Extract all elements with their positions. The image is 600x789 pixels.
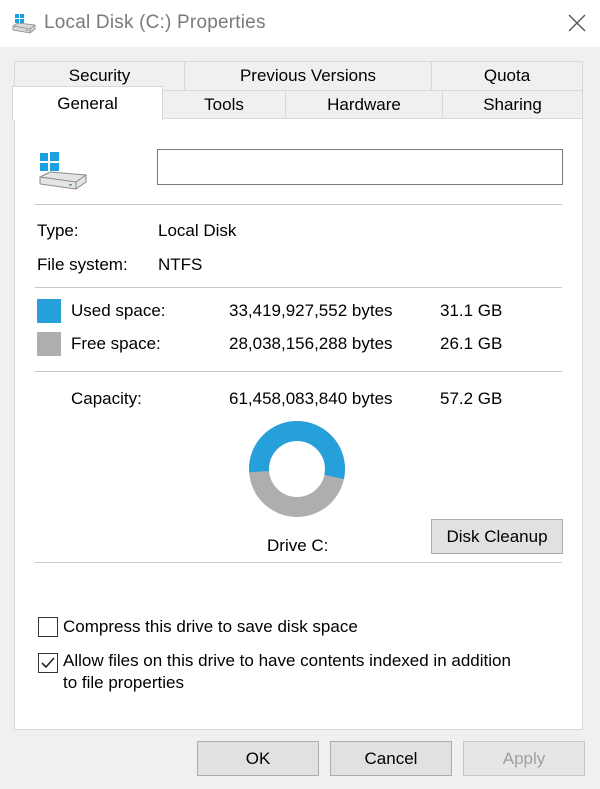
disk-cleanup-button[interactable]: Disk Cleanup [431, 519, 563, 554]
drive-name-input[interactable] [157, 149, 563, 185]
tab-sharing[interactable]: Sharing [442, 90, 583, 119]
compress-checkbox[interactable] [38, 617, 58, 637]
type-label: Type: [37, 221, 79, 240]
usage-donut-chart [248, 421, 345, 517]
capacity-bytes: 61,458,083,840 bytes [229, 389, 393, 408]
close-button[interactable] [554, 0, 600, 46]
tab-label: Previous Versions [239, 66, 377, 85]
window-title: Local Disk (C:) Properties [44, 12, 266, 33]
file-system-value: NTFS [158, 255, 203, 274]
free-space-label: Free space: [71, 334, 161, 353]
type-value: Local Disk [158, 221, 237, 240]
ok-button[interactable]: OK [197, 741, 319, 776]
file-system-label: File system: [37, 255, 128, 274]
tab-previous-versions[interactable]: Previous Versions [184, 61, 432, 90]
capacity-label: Capacity: [71, 389, 142, 408]
divider [35, 287, 562, 288]
index-checkbox[interactable] [38, 653, 58, 673]
tab-label: Tools [204, 95, 244, 114]
title-bar: Local Disk (C:) Properties [0, 0, 600, 47]
index-label-line-2: to file properties [63, 673, 184, 692]
tab-tools[interactable]: Tools [162, 90, 286, 119]
checkmark-icon [41, 657, 55, 669]
tab-label: Hardware [327, 95, 401, 114]
capacity-size: 57.2 GB [440, 389, 503, 408]
divider [35, 562, 562, 563]
free-space-size: 26.1 GB [440, 334, 503, 353]
drive-icon [12, 14, 36, 34]
compress-label: Compress this drive to save disk space [63, 617, 358, 636]
close-icon [568, 14, 586, 32]
tab-quota[interactable]: Quota [431, 61, 583, 90]
cancel-button[interactable]: Cancel [330, 741, 452, 776]
apply-button[interactable]: Apply [463, 741, 585, 776]
tab-label: Security [68, 66, 131, 85]
tab-label: Quota [483, 66, 531, 85]
used-space-label: Used space: [71, 301, 166, 320]
properties-dialog: Local Disk (C:) Properties Security Prev… [0, 0, 600, 789]
drive-icon [39, 152, 87, 190]
index-label-line-1: Allow files on this drive to have conten… [63, 651, 511, 670]
used-space-swatch [37, 299, 61, 323]
divider [35, 204, 562, 205]
divider [35, 371, 562, 372]
drive-label: Drive C: [267, 536, 329, 555]
free-space-swatch [37, 332, 61, 356]
tab-hardware[interactable]: Hardware [285, 90, 443, 119]
tab-label: Sharing [483, 95, 542, 114]
free-space-bytes: 28,038,156,288 bytes [229, 334, 393, 353]
tab-label: General [57, 93, 118, 113]
used-space-size: 31.1 GB [440, 301, 503, 320]
tab-general[interactable]: General [12, 86, 163, 120]
used-space-bytes: 33,419,927,552 bytes [229, 301, 393, 320]
general-tab-panel: Type: Local Disk File system: NTFS Used … [14, 118, 583, 730]
